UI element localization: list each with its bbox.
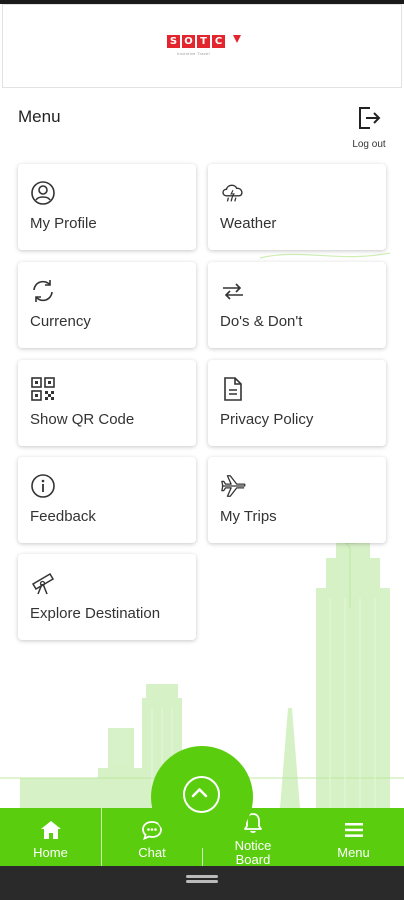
- telescope-icon: [31, 572, 55, 595]
- logo-letter: O: [182, 35, 195, 48]
- nav-home[interactable]: Home: [0, 808, 101, 866]
- card-label: Currency: [30, 313, 91, 330]
- page-title: Menu: [18, 107, 61, 126]
- card-label: Do's & Don't: [220, 313, 303, 330]
- logout-button[interactable]: Log out: [344, 106, 394, 150]
- qr-code-icon: [31, 377, 55, 401]
- currency-icon: [33, 280, 53, 302]
- card-label: Show QR Code: [30, 411, 135, 428]
- card-label: My Trips: [220, 508, 277, 525]
- swap-icon: [223, 283, 243, 300]
- logout-icon: [359, 107, 381, 129]
- nav-label: Chat: [138, 845, 166, 860]
- my-profile-card[interactable]: My Profile: [18, 164, 196, 250]
- privacy-policy-card[interactable]: Privacy Policy: [208, 360, 386, 446]
- profile-icon: [31, 181, 55, 205]
- gesture-handle[interactable]: [186, 875, 218, 878]
- scroll-up-fab[interactable]: [151, 746, 253, 848]
- logo-tick-icon: [233, 35, 241, 43]
- airplane-icon: [221, 475, 246, 497]
- card-label: Explore Destination: [30, 605, 161, 622]
- card-label: Feedback: [30, 508, 96, 525]
- home-icon: [40, 821, 61, 839]
- logout-label: Log out: [352, 139, 386, 150]
- currency-card[interactable]: Currency: [18, 262, 196, 348]
- sotc-logo: S O T C Incentive Travel: [167, 33, 247, 63]
- hamburger-icon: [344, 823, 363, 837]
- document-icon: [224, 377, 242, 401]
- logo-letter: T: [197, 35, 210, 48]
- logo-letter: C: [212, 35, 225, 48]
- card-label: Weather: [220, 215, 277, 232]
- info-icon: [31, 474, 55, 498]
- explore-destination-card[interactable]: Explore Destination: [18, 554, 196, 640]
- logo-letter: S: [167, 35, 180, 48]
- weather-icon: [222, 184, 243, 202]
- card-label: My Profile: [30, 215, 97, 232]
- dos-and-donts-card[interactable]: Do's & Don't: [208, 262, 386, 348]
- fab-ring: [183, 776, 220, 813]
- nav-label-line2: Board: [235, 852, 271, 867]
- chevron-up-icon: [191, 787, 207, 797]
- logo-tagline: Incentive Travel: [177, 51, 210, 56]
- my-trips-card[interactable]: My Trips: [208, 457, 386, 543]
- nav-label: Home: [33, 845, 68, 860]
- nav-label: Menu: [337, 845, 370, 860]
- nav-menu[interactable]: Menu: [303, 808, 404, 866]
- show-qr-code-card[interactable]: Show QR Code: [18, 360, 196, 446]
- system-navigation-bar: [0, 866, 404, 900]
- feedback-card[interactable]: Feedback: [18, 457, 196, 543]
- weather-card[interactable]: Weather: [208, 164, 386, 250]
- menu-screen: Menu Log out My Profile Weather Currency…: [0, 88, 404, 808]
- app-header: S O T C Incentive Travel: [2, 4, 402, 88]
- card-label: Privacy Policy: [220, 411, 314, 428]
